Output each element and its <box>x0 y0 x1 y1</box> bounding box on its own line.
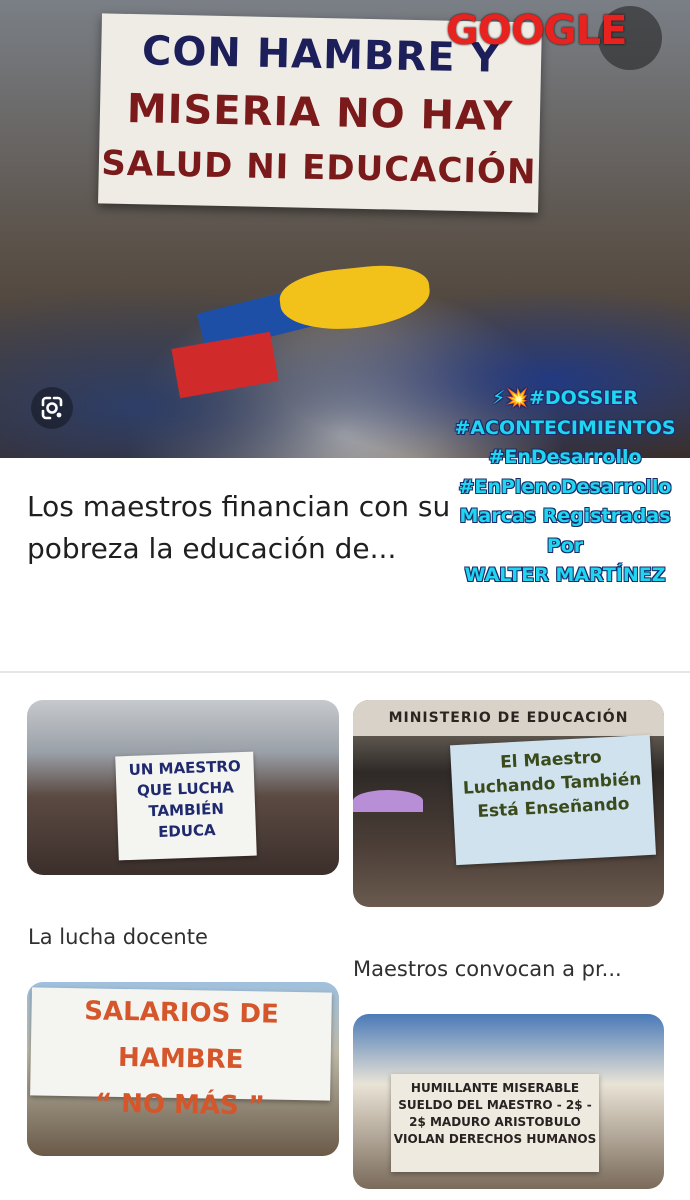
card-caption[interactable]: Maestros convocan a pr... <box>353 957 622 981</box>
overlay-line: ⚡💥#DOSSIER <box>491 387 639 409</box>
overlay-line: #EnPlenoDesarrollo <box>458 475 672 498</box>
overlay-line: Marcas Registradas <box>459 505 671 527</box>
thumbnail-image[interactable]: SALARIOS DE HAMBRE “ NO MÁS ” <box>27 982 339 1156</box>
google-lens-icon[interactable] <box>30 386 74 430</box>
overlay-line: WALTER MARTÍNEZ <box>464 564 666 586</box>
umbrella <box>353 790 423 812</box>
thumbnail-image[interactable]: MINISTERIO DE EDUCACIÓN El Maestro Lucha… <box>353 700 664 907</box>
watermark-overlay: ⚡💥#DOSSIER #ACONTECIMIENTOS #EnDesarroll… <box>440 384 690 591</box>
article-title[interactable]: Los maestros financian con su pobreza la… <box>27 486 457 570</box>
protest-sign: El Maestro Luchando También Está Enseñan… <box>449 734 657 866</box>
protest-sign: SALARIOS DE HAMBRE “ NO MÁS ” <box>30 987 332 1121</box>
sign-line: MISERIA NO HAY <box>126 85 514 141</box>
protest-sign: HUMILLANTE MISERABLE SUELDO DEL MAESTRO … <box>391 1074 599 1172</box>
card-caption[interactable]: La lucha docente <box>28 925 208 949</box>
sign-line: “ NO MÁS ” <box>94 1088 266 1122</box>
google-brand-label: GOOGLE <box>446 8 627 54</box>
overlay-line: #ACONTECIMIENTOS <box>454 416 676 439</box>
overlay-line: #EnDesarrollo <box>488 446 642 468</box>
overlay-line: Por <box>546 534 584 557</box>
sign-line: SALUD NI EDUCACIÓN <box>100 143 537 193</box>
thumbnail-image[interactable]: HUMILLANTE MISERABLE SUELDO DEL MAESTRO … <box>353 1014 664 1189</box>
building-sign: MINISTERIO DE EDUCACIÓN <box>353 700 664 736</box>
sign-line: SALARIOS DE HAMBRE <box>84 996 280 1076</box>
thumbnail-image[interactable]: UN MAESTRO QUE LUCHA TAMBIÉN EDUCA <box>27 700 339 875</box>
protest-sign: UN MAESTRO QUE LUCHA TAMBIÉN EDUCA <box>115 751 257 861</box>
divider <box>0 671 690 673</box>
